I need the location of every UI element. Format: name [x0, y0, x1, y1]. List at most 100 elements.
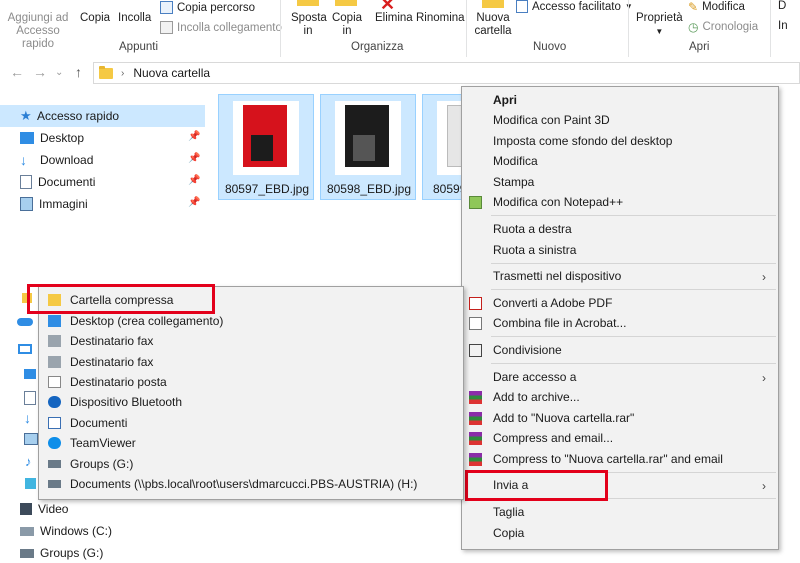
menu-item-cut[interactable]: Taglia [462, 502, 778, 522]
back-arrow-icon[interactable]: ← [10, 64, 24, 80]
pin-icon[interactable]: 📌 [188, 175, 200, 186]
menu-item-copy[interactable]: Copia [462, 523, 778, 543]
menu-item-share[interactable]: Condivisione [462, 340, 778, 360]
ribbon-separator [770, 0, 771, 57]
pin-icon[interactable]: 📌 [188, 131, 200, 142]
desktop-icon [24, 369, 36, 379]
send-to-desktop[interactable]: Desktop (crea collegamento) [39, 311, 463, 331]
add-quick-access-label: Aggiungi ad Accesso rapido [7, 12, 69, 50]
menu-item-label: Imposta come sfondo del desktop [493, 134, 673, 148]
send-to-documents-network[interactable]: Documents (\\pbs.local\root\users\dmarcu… [39, 474, 463, 494]
menu-item-label: Add to archive... [493, 390, 580, 404]
file-item[interactable]: 80598_EBD.jpg [320, 94, 416, 200]
pin-icon[interactable]: 📌 [188, 153, 200, 164]
fax-icon [48, 356, 61, 368]
menu-item-add-archive[interactable]: Add to archive... [462, 387, 778, 407]
menu-item-label: Copia [493, 526, 525, 540]
submenu-item-label: Documents (\\pbs.local\root\users\dmarcu… [70, 477, 418, 491]
menu-separator [491, 263, 776, 264]
menu-item-combine-acrobat[interactable]: Combina file in Acrobat... [462, 313, 778, 333]
nav-item-label: Windows (C:) [40, 524, 113, 538]
copy-to-button[interactable]: Copia in [331, 12, 363, 38]
menu-item-edit[interactable]: Modifica [462, 151, 778, 171]
delete-label: Elimina [375, 12, 413, 24]
nav-item-label: Download [40, 153, 94, 167]
nav-item-video[interactable]: Video [20, 499, 68, 519]
menu-item-label: Stampa [493, 175, 535, 189]
send-to-teamviewer[interactable]: TeamViewer [39, 433, 463, 453]
menu-item-compress-email[interactable]: Compress and email... [462, 428, 778, 448]
move-to-icon [297, 0, 319, 6]
file-item[interactable]: 80597_EBD.jpg [218, 94, 314, 200]
send-to-fax[interactable]: Destinatario fax [39, 331, 463, 351]
new-folder-icon [482, 0, 504, 8]
paste-button[interactable]: Incolla [118, 12, 151, 25]
nav-item-download[interactable]: ↓ Download [20, 150, 93, 170]
menu-item-edit-paint3d[interactable]: Modifica con Paint 3D [462, 110, 778, 130]
menu-item-give-access[interactable]: Dare accesso a › [462, 367, 778, 387]
add-quick-access-button[interactable]: Aggiungi ad Accesso rapido [2, 12, 74, 51]
nav-item-label: Groups (G:) [40, 546, 104, 560]
select-all-button[interactable]: D [778, 0, 786, 12]
send-to-mail[interactable]: Destinatario posta [39, 372, 463, 392]
paste-shortcut-button[interactable]: Incolla collegamento [160, 21, 282, 34]
select-all-label: D [778, 0, 787, 12]
send-to-documents[interactable]: Documenti [39, 413, 463, 433]
submenu-item-label: Destinatario fax [70, 355, 154, 369]
edit-button[interactable]: ✎ Modifica [688, 0, 745, 14]
menu-item-rotate-right[interactable]: Ruota a destra [462, 219, 778, 239]
history-label: Cronologia [702, 21, 759, 33]
send-to-bluetooth[interactable]: Dispositivo Bluetooth [39, 392, 463, 412]
menu-item-convert-pdf[interactable]: Converti a Adobe PDF [462, 293, 778, 313]
3d-objects-icon [25, 478, 36, 489]
new-group-label: Nuovo [533, 41, 567, 53]
recent-chevron-icon[interactable]: ⌄ [55, 67, 63, 78]
ribbon-separator [280, 0, 281, 57]
chevron-right-icon: › [762, 371, 766, 385]
properties-button[interactable]: Proprietà ▼ [636, 12, 683, 38]
nav-item-groups-drive[interactable]: Groups (G:) [20, 543, 103, 563]
pin-icon[interactable]: 📌 [188, 197, 200, 208]
menu-item-edit-notepad[interactable]: Modifica con Notepad++ [462, 192, 778, 212]
quick-access-row[interactable]: ★ Accesso rapido [0, 105, 205, 127]
menu-item-open[interactable]: Apri [462, 90, 778, 110]
copy-label: Copia [80, 12, 111, 24]
forward-arrow-icon[interactable]: → [33, 64, 47, 80]
menu-item-rotate-left[interactable]: Ruota a sinistra [462, 240, 778, 260]
invert-selection-button[interactable]: In [778, 20, 788, 32]
open-group-label: Apri [689, 41, 710, 53]
menu-item-set-desktop-bg[interactable]: Imposta come sfondo del desktop [462, 131, 778, 151]
nav-item-documents[interactable]: Documenti [20, 172, 95, 192]
copy-button[interactable]: Copia [80, 12, 110, 25]
copy-path-button[interactable]: Copia percorso [160, 1, 255, 14]
network-drive-icon [20, 548, 34, 558]
breadcrumb-current[interactable]: Nuova cartella [133, 66, 210, 80]
history-button[interactable]: ◷ Cronologia [688, 20, 758, 34]
copy-to-label: Copia in [331, 12, 363, 37]
send-to-groups-drive[interactable]: Groups (G:) [39, 454, 463, 474]
send-to-fax[interactable]: Destinatario fax [39, 352, 463, 372]
delete-button[interactable]: Elimina [375, 12, 413, 25]
menu-separator [491, 215, 776, 216]
up-arrow-icon[interactable]: ↑ [75, 64, 82, 80]
address-box[interactable]: › Nuova cartella [93, 62, 800, 84]
paste-shortcut-label: Incolla collegamento [177, 21, 282, 34]
mail-icon [48, 376, 61, 388]
menu-item-add-rar[interactable]: Add to "Nuova cartella.rar" [462, 408, 778, 428]
nav-item-pictures[interactable]: Immagini [20, 194, 88, 214]
paste-label: Incolla [118, 12, 152, 24]
ribbon: Aggiungi ad Accesso rapido Copia Incolla… [0, 0, 800, 59]
rename-button[interactable]: Rinomina [416, 12, 465, 25]
easy-access-button[interactable]: Accesso facilitato ▼ [516, 0, 633, 13]
nav-item-windows-drive[interactable]: Windows (C:) [20, 521, 112, 541]
nav-item-desktop[interactable]: Desktop [20, 128, 84, 148]
menu-item-compress-rar-email[interactable]: Compress to "Nuova cartella.rar" and ema… [462, 449, 778, 469]
winrar-icon [469, 432, 482, 445]
paste-shortcut-icon [160, 21, 173, 34]
menu-item-cast[interactable]: Trasmetti nel dispositivo › [462, 266, 778, 286]
new-folder-button[interactable]: Nuova cartella [474, 12, 512, 38]
menu-item-print[interactable]: Stampa [462, 172, 778, 192]
move-to-button[interactable]: Sposta in [291, 12, 327, 38]
share-icon [469, 344, 482, 357]
menu-item-label: Modifica [493, 154, 538, 168]
